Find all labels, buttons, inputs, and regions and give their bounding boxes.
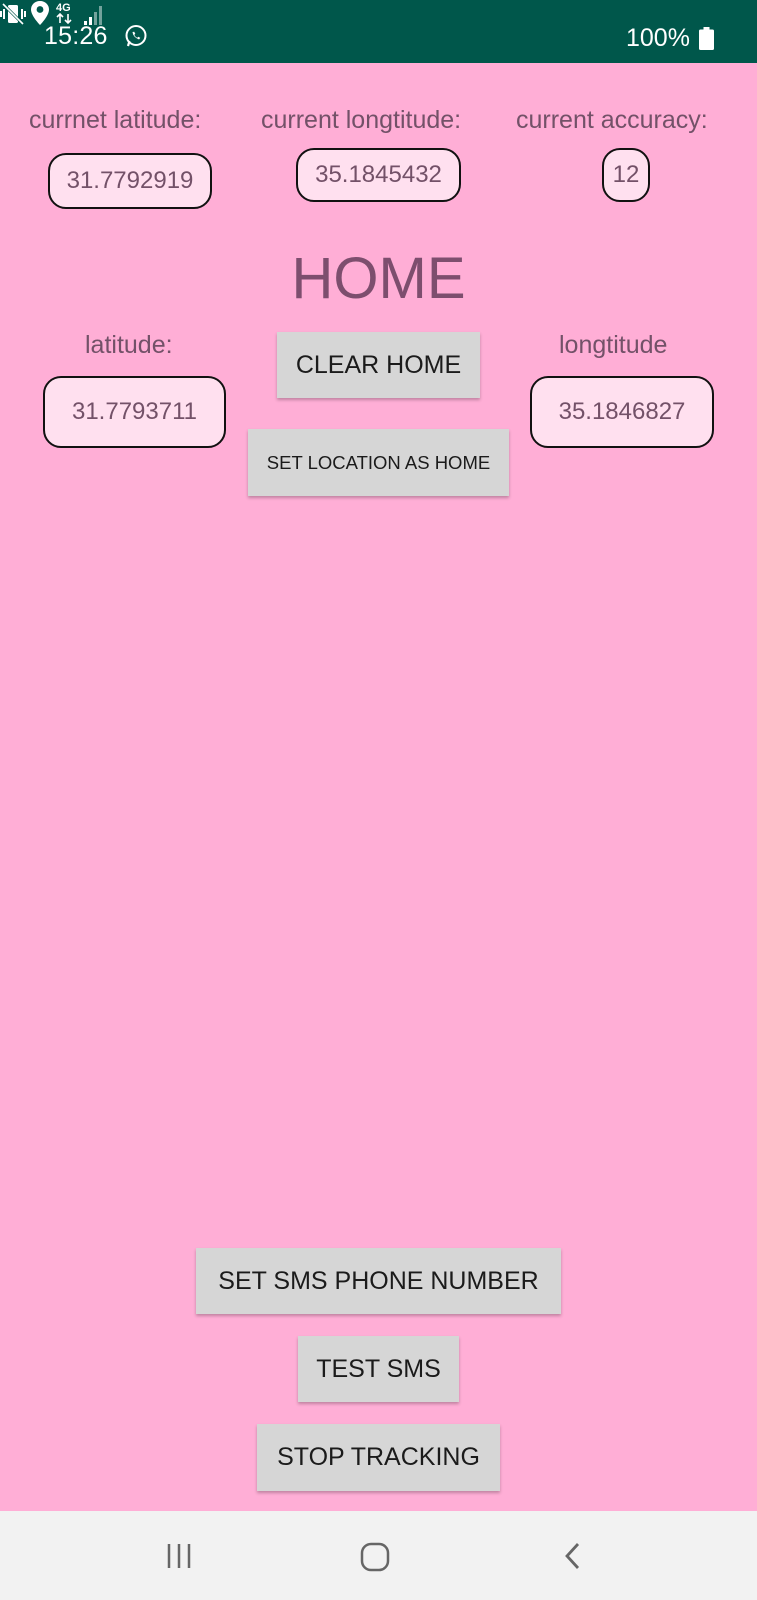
current-latitude-label: currnet latitude: — [29, 106, 202, 134]
battery-icon — [699, 27, 714, 50]
home-latitude-value: 31.7793711 — [43, 376, 226, 448]
app-content: currnet latitude: current longtitude: cu… — [0, 63, 757, 1511]
vibrate-icon — [0, 2, 26, 26]
whatsapp-icon — [125, 25, 147, 47]
current-longitude-label: current longtitude: — [261, 106, 462, 134]
battery-percentage: 100% — [626, 24, 690, 52]
clear-home-button[interactable]: CLEAR HOME — [277, 332, 480, 398]
back-icon[interactable] — [559, 1541, 587, 1571]
navigation-bar — [0, 1511, 757, 1600]
current-longitude-value: 35.1845432 — [296, 148, 461, 202]
stop-tracking-button[interactable]: STOP TRACKING — [257, 1424, 500, 1491]
home-longitude-label: longtitude — [559, 331, 668, 359]
current-latitude-value: 31.7792919 — [48, 153, 212, 209]
home-icon[interactable] — [359, 1541, 391, 1573]
set-location-as-home-button[interactable]: SET LOCATION AS HOME — [248, 429, 509, 496]
status-bar: 15:26 4G 100% — [0, 0, 757, 63]
test-sms-button[interactable]: TEST SMS — [298, 1336, 459, 1402]
svg-text:4G: 4G — [56, 2, 71, 14]
set-sms-phone-number-button[interactable]: SET SMS PHONE NUMBER — [196, 1248, 561, 1314]
recent-apps-icon[interactable] — [164, 1541, 194, 1571]
home-latitude-label: latitude: — [85, 331, 173, 359]
current-accuracy-value: 12 — [602, 148, 650, 202]
current-accuracy-label: current accuracy: — [516, 106, 708, 134]
home-longitude-value: 35.1846827 — [530, 376, 714, 448]
status-time: 15:26 — [44, 22, 108, 50]
home-title: HOME — [291, 246, 466, 311]
